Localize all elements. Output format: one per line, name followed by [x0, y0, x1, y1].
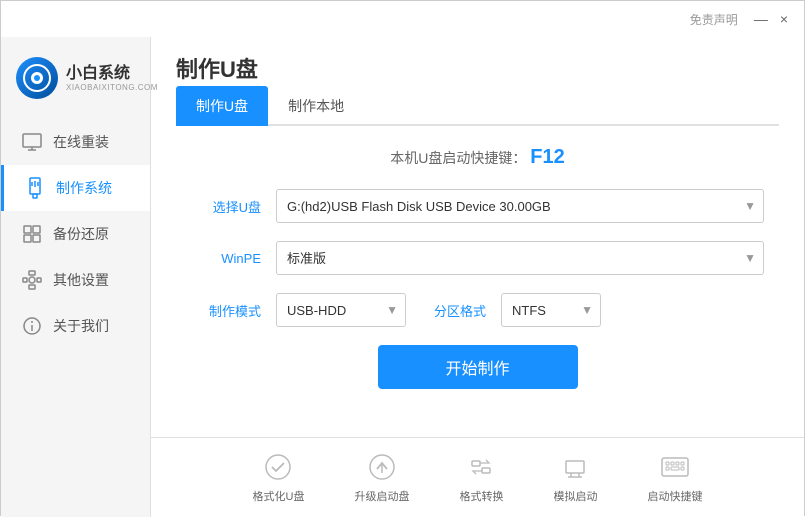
partition-label: 分区格式	[421, 301, 486, 320]
mode-partition-row: 制作模式 USB-HDD ▼ 分区格式 NTFS ▼	[191, 293, 764, 327]
bottom-toolbar: 格式化U盘 升级启动盘	[151, 437, 804, 517]
tabs-bar: 制作U盘 制作本地	[176, 84, 779, 126]
simulate-icon	[559, 451, 591, 483]
sidebar-item-make-system[interactable]: 制作系统	[1, 165, 150, 211]
content-header: 制作U盘	[151, 37, 804, 84]
toolbar-format-convert-label: 格式转换	[459, 488, 503, 504]
sidebar-item-online-reinstall-label: 在线重装	[53, 132, 109, 152]
tab-make-local[interactable]: 制作本地	[268, 86, 364, 126]
toolbar-simulate-boot[interactable]: 模拟启动	[553, 451, 597, 504]
shortcut-key-value: F12	[530, 146, 564, 168]
toolbar-upgrade-boot[interactable]: 升级启动盘	[354, 451, 409, 504]
toolbar-format-usb[interactable]: 格式化U盘	[253, 451, 305, 504]
winpe-label: WinPE	[191, 251, 261, 266]
shortcut-hint: 本机U盘启动快捷键： F12	[191, 146, 764, 169]
winpe-select-wrapper: 标准版 ▼	[276, 241, 764, 275]
mode-select-wrapper: USB-HDD ▼	[276, 293, 406, 327]
sidebar-item-backup-restore[interactable]: 备份还原	[1, 211, 150, 257]
form-area: 本机U盘启动快捷键： F12 选择U盘 G:(hd2)USB Flash Dis…	[151, 126, 804, 437]
mode-label: 制作模式	[191, 301, 261, 320]
logo-text: 小白系统 XIAOBAIXITONG.COM	[66, 64, 158, 92]
toolbar-boot-shortcut[interactable]: 启动快捷键	[647, 451, 702, 504]
start-make-button[interactable]: 开始制作	[378, 345, 578, 389]
toolbar-boot-shortcut-label: 启动快捷键	[647, 488, 702, 504]
minimize-button[interactable]: —	[748, 9, 774, 29]
toolbar-upgrade-boot-label: 升级启动盘	[354, 488, 409, 504]
usb-label: 选择U盘	[191, 197, 261, 216]
winpe-select[interactable]: 标准版	[276, 241, 764, 275]
keyboard-icon	[659, 451, 691, 483]
close-button[interactable]: ×	[774, 9, 794, 29]
sidebar-item-about-us-label: 关于我们	[53, 316, 109, 336]
page-title: 制作U盘	[176, 52, 258, 84]
tab-make-usb[interactable]: 制作U盘	[176, 86, 268, 126]
usb-select[interactable]: G:(hd2)USB Flash Disk USB Device 30.00GB	[276, 189, 764, 223]
monitor-icon	[21, 131, 43, 153]
upload-icon	[366, 451, 398, 483]
content-area: 制作U盘 制作U盘 制作本地 本机U盘启动快捷键： F12 选择U盘 G:(hd…	[151, 37, 804, 517]
logo-main-text: 小白系统	[66, 64, 158, 83]
sidebar-item-backup-restore-label: 备份还原	[53, 224, 109, 244]
mode-select[interactable]: USB-HDD	[276, 293, 406, 327]
sidebar-item-about-us[interactable]: 关于我们	[1, 303, 150, 349]
logo-icon	[16, 57, 58, 99]
sidebar: 小白系统 XIAOBAIXITONG.COM 在线重装	[1, 37, 151, 517]
partition-select[interactable]: NTFS	[501, 293, 601, 327]
toolbar-format-usb-label: 格式化U盘	[253, 488, 305, 504]
titlebar: 免责声明 — ×	[1, 1, 804, 37]
settings-icon	[21, 269, 43, 291]
info-icon	[21, 315, 43, 337]
toolbar-format-convert[interactable]: 格式转换	[459, 451, 503, 504]
shortcut-hint-text: 本机U盘启动快捷键：	[390, 150, 526, 166]
sidebar-item-other-settings[interactable]: 其他设置	[1, 257, 150, 303]
check-circle-icon	[262, 451, 294, 483]
usb-select-wrapper: G:(hd2)USB Flash Disk USB Device 30.00GB…	[276, 189, 764, 223]
usb-icon	[24, 177, 46, 199]
logo-sub-text: XIAOBAIXITONG.COM	[66, 83, 158, 92]
convert-icon	[465, 451, 497, 483]
main-layout: 小白系统 XIAOBAIXITONG.COM 在线重装	[1, 37, 804, 517]
sidebar-item-make-system-label: 制作系统	[56, 178, 112, 198]
sidebar-item-online-reinstall[interactable]: 在线重装	[1, 119, 150, 165]
sidebar-item-other-settings-label: 其他设置	[53, 270, 109, 290]
backup-icon	[21, 223, 43, 245]
usb-select-row: 选择U盘 G:(hd2)USB Flash Disk USB Device 30…	[191, 189, 764, 223]
winpe-select-row: WinPE 标准版 ▼	[191, 241, 764, 275]
toolbar-simulate-boot-label: 模拟启动	[553, 488, 597, 504]
partition-select-wrapper: NTFS ▼	[501, 293, 601, 327]
logo-area: 小白系统 XIAOBAIXITONG.COM	[1, 47, 150, 119]
disclaimer-link[interactable]: 免责声明	[690, 11, 738, 28]
